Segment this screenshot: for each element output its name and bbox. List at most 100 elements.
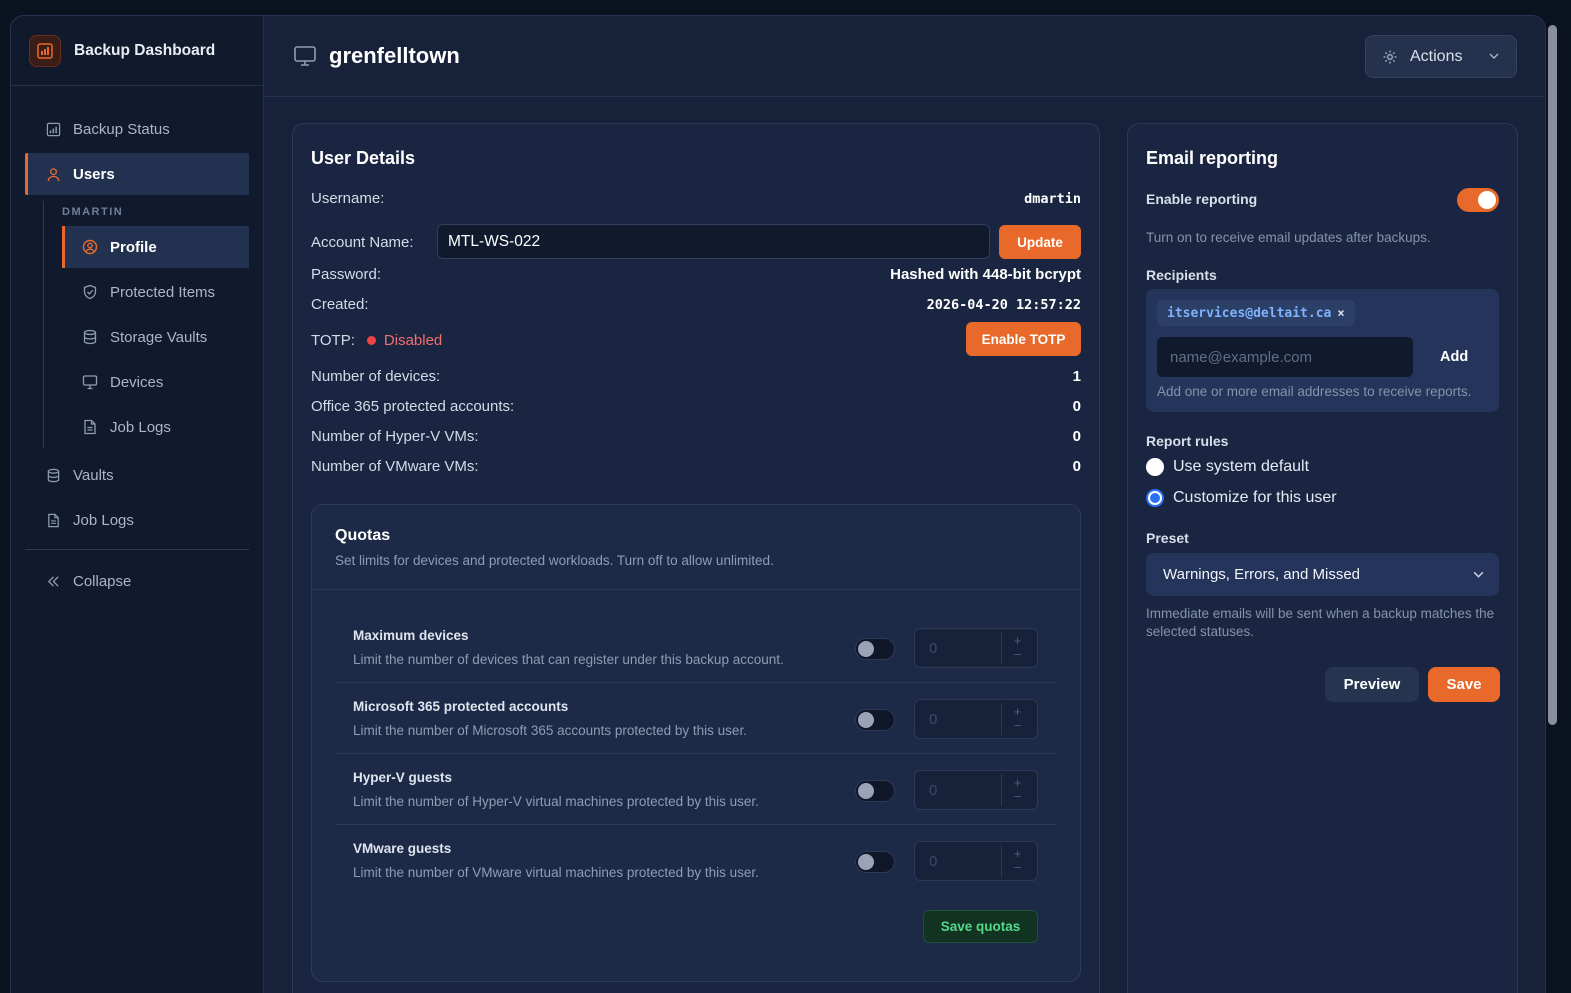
stat-row: Number of devices: 1: [311, 368, 1081, 385]
user-circle-icon: [82, 239, 98, 255]
sidebar-item-user-job-logs[interactable]: Job Logs: [62, 406, 249, 448]
radio-system-default[interactable]: Use system default: [1146, 458, 1309, 476]
save-button[interactable]: Save: [1428, 667, 1500, 702]
quotas-panel: Quotas Set limits for devices and protec…: [311, 504, 1081, 982]
stat-row: Number of VMware VMs: 0: [311, 458, 1081, 475]
stepper-buttons[interactable]: + −: [1001, 774, 1033, 806]
shield-icon: [83, 284, 97, 300]
recipient-email-input[interactable]: name@example.com: [1157, 337, 1413, 377]
user-details-card: User Details Username: dmartin Account N…: [292, 123, 1100, 993]
monitor-icon: [294, 46, 316, 66]
add-recipient-button[interactable]: Add: [1440, 349, 1468, 365]
created-label: Created:: [311, 296, 369, 313]
stepper-buttons[interactable]: + −: [1001, 632, 1033, 664]
quota-name: VMware guests: [353, 841, 452, 856]
quota-row-vmware: VMware guests Limit the number of VMware…: [335, 825, 1057, 896]
preset-label: Preset: [1146, 530, 1189, 546]
username-value: dmartin: [1024, 190, 1081, 207]
actions-dropdown-button[interactable]: Actions: [1365, 35, 1517, 78]
quota-value: 0: [929, 711, 938, 728]
radio-customize[interactable]: Customize for this user: [1146, 489, 1337, 507]
quota-value: 0: [929, 853, 938, 870]
stat-value: 0: [1072, 428, 1081, 445]
sidebar-item-label: Profile: [110, 238, 157, 256]
recipients-label: Recipients: [1146, 267, 1217, 283]
stepper-buttons[interactable]: + −: [1001, 845, 1033, 877]
stat-value: 1: [1072, 368, 1081, 385]
preset-help: Immediate emails will be sent when a bac…: [1146, 606, 1495, 639]
quotas-header: Quotas Set limits for devices and protec…: [312, 505, 1080, 590]
quota-stepper[interactable]: 0 + −: [914, 699, 1038, 739]
sidebar-item-job-logs[interactable]: Job Logs: [25, 499, 249, 541]
brand[interactable]: Backup Dashboard: [11, 16, 263, 86]
page-scrollbar[interactable]: [1548, 25, 1557, 725]
account-name-row: Account Name: MTL-WS-022 Update: [311, 224, 1081, 259]
quota-stepper[interactable]: 0 + −: [914, 628, 1038, 668]
quota-row-m365: Microsoft 365 protected accounts Limit t…: [335, 683, 1057, 754]
sidebar-item-users[interactable]: Users: [25, 153, 249, 195]
report-rules-label: Report rules: [1146, 433, 1229, 449]
sidebar-item-protected-items[interactable]: Protected Items: [62, 271, 249, 313]
stepper-buttons[interactable]: + −: [1001, 703, 1033, 735]
created-value: 2026-04-20 12:57:22: [926, 296, 1081, 313]
radio-unselected-icon[interactable]: [1146, 458, 1164, 476]
save-quotas-button[interactable]: Save quotas: [923, 910, 1038, 943]
quota-description: Limit the number of VMware virtual machi…: [353, 865, 759, 880]
sidebar-item-label: Job Logs: [110, 418, 171, 436]
stat-value: 0: [1072, 458, 1081, 475]
sidebar-item-backup-status[interactable]: Backup Status: [25, 108, 249, 150]
user-details-title: User Details: [311, 148, 416, 168]
collapse-label: Collapse: [73, 572, 132, 590]
quota-stepper[interactable]: 0 + −: [914, 770, 1038, 810]
sidebar-item-label: Vaults: [73, 466, 114, 484]
app-title: Backup Dashboard: [74, 41, 216, 59]
sidebar-item-label: Job Logs: [73, 511, 134, 529]
quota-toggle[interactable]: [855, 780, 895, 802]
preview-button[interactable]: Preview: [1325, 667, 1419, 702]
sidebar-item-label: Devices: [110, 373, 164, 391]
enable-reporting-toggle[interactable]: [1457, 188, 1499, 212]
account-name-label: Account Name:: [311, 233, 414, 251]
enable-totp-button[interactable]: Enable TOTP: [966, 322, 1081, 356]
radio-label: Customize for this user: [1173, 489, 1337, 506]
password-row: Password: Hashed with 448-bit bcrypt: [311, 266, 1081, 283]
quota-description: Limit the number of Hyper-V virtual mach…: [353, 794, 759, 809]
chevron-down-icon: [1489, 53, 1499, 59]
sidebar-item-vaults[interactable]: Vaults: [25, 454, 249, 496]
totp-status-text: Disabled: [383, 332, 443, 349]
sidebar-item-storage-vaults[interactable]: Storage Vaults: [62, 316, 249, 358]
sidebar-nav: Backup Status Users DMARTIN Profile Prot…: [11, 86, 263, 602]
stat-value: 0: [1072, 398, 1081, 415]
monitor-icon: [82, 375, 98, 390]
actions-label: Actions: [1410, 47, 1463, 65]
preset-select[interactable]: Warnings, Errors, and Missed: [1146, 553, 1499, 596]
subnav-heading: DMARTIN: [62, 206, 124, 218]
stat-row: Number of Hyper-V VMs: 0: [311, 428, 1081, 445]
quota-stepper[interactable]: 0 + −: [914, 841, 1038, 881]
chart-icon: [46, 122, 61, 136]
remove-recipient-icon[interactable]: ×: [1337, 306, 1344, 320]
quota-description: Limit the number of Microsoft 365 accoun…: [353, 723, 747, 738]
app-window: Backup Dashboard Backup Status Users DMA…: [10, 15, 1546, 993]
quota-toggle[interactable]: [855, 709, 895, 731]
quota-value: 0: [929, 782, 938, 799]
quota-toggle[interactable]: [855, 851, 895, 873]
sidebar-divider: [25, 549, 249, 550]
quotas-title: Quotas: [335, 527, 391, 544]
recipients-box: itservices@deltait.ca × name@example.com…: [1146, 289, 1499, 412]
quota-row-max-devices: Maximum devices Limit the number of devi…: [335, 612, 1057, 683]
page-title: grenfelltown: [329, 43, 460, 68]
quotas-subtitle: Set limits for devices and protected wor…: [335, 553, 774, 568]
sidebar: Backup Dashboard Backup Status Users DMA…: [11, 16, 264, 993]
update-button[interactable]: Update: [999, 225, 1081, 259]
email-reporting-card: Email reporting Enable reporting Turn on…: [1127, 123, 1518, 993]
sidebar-item-devices[interactable]: Devices: [62, 361, 249, 403]
sidebar-item-profile[interactable]: Profile: [62, 226, 249, 268]
stat-label: Office 365 protected accounts:: [311, 398, 515, 415]
collapse-button[interactable]: Collapse: [25, 560, 249, 602]
recipient-chip[interactable]: itservices@deltait.ca ×: [1157, 300, 1355, 326]
user-subnav: DMARTIN Profile Protected Items Storage …: [43, 201, 249, 448]
radio-selected-icon[interactable]: [1146, 489, 1164, 507]
quota-toggle[interactable]: [855, 638, 895, 660]
account-name-input[interactable]: MTL-WS-022: [437, 224, 990, 259]
